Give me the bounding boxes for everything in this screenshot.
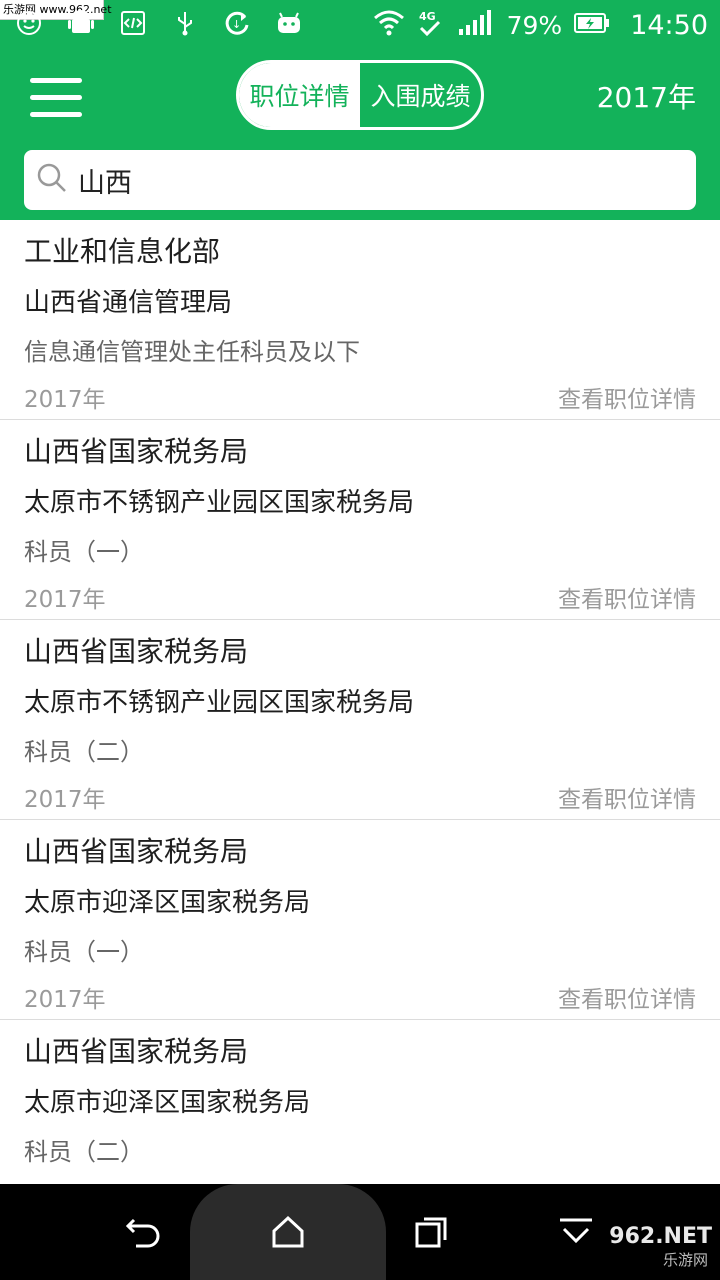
department-name: 山西省国家税务局 — [24, 1035, 249, 1068]
view-details-link[interactable]: 查看职位详情 — [558, 780, 696, 814]
recent-apps-icon[interactable] — [412, 1212, 452, 1252]
wifi-icon — [373, 9, 405, 41]
position-name: 科员（一） — [24, 538, 144, 566]
list-item[interactable]: 山西省国家税务局 太原市不锈钢产业园区国家税务局 科员（一） 2017年 查看职… — [0, 420, 720, 620]
battery-icon — [574, 12, 610, 38]
search-bar — [24, 150, 696, 210]
view-details-link[interactable]: 查看职位详情 — [558, 580, 696, 614]
position-name: 科员（二） — [24, 738, 144, 766]
view-details-link[interactable]: 查看职位详情 — [558, 980, 696, 1014]
usb-icon — [170, 8, 200, 38]
organization-name: 太原市迎泽区国家税务局 — [24, 1088, 311, 1118]
face-icon — [14, 8, 44, 38]
list-item[interactable]: 山西省国家税务局 太原市不锈钢产业园区国家税务局 科员（二） 2017年 查看职… — [0, 620, 720, 820]
position-name: 科员（一） — [24, 938, 144, 966]
list-item[interactable]: 山西省国家税务局 太原市迎泽区国家税务局 科员（一） 2017年 查看职位详情 — [0, 820, 720, 1020]
item-year: 2017年 — [24, 987, 106, 1013]
search-input[interactable] — [78, 164, 678, 196]
svg-text:↓: ↓ — [232, 18, 241, 31]
clock: 14:50 — [630, 9, 708, 41]
organization-name: 太原市不锈钢产业园区国家税务局 — [24, 488, 415, 518]
watermark-top: 962.NET — [609, 1224, 712, 1249]
sync-icon: ↓ — [222, 8, 252, 38]
system-nav-bar: 962.NET 乐游网 — [0, 1184, 720, 1280]
position-name: 科员（二） — [24, 1138, 144, 1166]
site-watermark: 962.NET 乐游网 — [582, 1224, 712, 1274]
item-year: 2017年 — [24, 587, 106, 613]
back-icon[interactable] — [124, 1212, 164, 1252]
android-robot-icon — [66, 8, 96, 38]
year-selector[interactable]: 2017年 — [597, 76, 696, 116]
notification-icons: ↓ — [14, 8, 304, 38]
app-bar: 职位详情 入围成绩 2017年 — [0, 50, 720, 220]
network-type-icon: 4G — [417, 8, 443, 42]
status-bar: 乐游网 www.962.net ↓ 4G 79% 14:50 — [0, 0, 720, 50]
network-type-label: 4G — [419, 10, 436, 23]
tab-position-details[interactable]: 职位详情 — [239, 63, 360, 127]
results-list: 工业和信息化部 山西省通信管理局 信息通信管理处主任科员及以下 2017年 查看… — [0, 220, 720, 1184]
department-name: 山西省国家税务局 — [24, 835, 249, 868]
battery-percent: 79% — [506, 10, 563, 40]
item-year: 2017年 — [24, 787, 106, 813]
item-year: 2017年 — [24, 387, 106, 413]
department-name: 山西省国家税务局 — [24, 435, 249, 468]
view-toggle: 职位详情 入围成绩 — [236, 60, 484, 130]
signal-icon — [455, 9, 495, 41]
code-icon — [118, 8, 148, 38]
department-name: 山西省国家税务局 — [24, 635, 249, 668]
list-item[interactable]: 山西省国家税务局 太原市迎泽区国家税务局 科员（二） — [0, 1020, 720, 1184]
organization-name: 太原市迎泽区国家税务局 — [24, 888, 311, 918]
watermark-bottom: 乐游网 — [662, 1251, 708, 1269]
tab-shortlist-scores[interactable]: 入围成绩 — [360, 63, 481, 127]
view-details-link[interactable]: 查看职位详情 — [558, 380, 696, 414]
search-icon — [36, 162, 68, 198]
home-icon[interactable] — [268, 1212, 308, 1252]
organization-name: 山西省通信管理局 — [24, 288, 233, 318]
list-item[interactable]: 工业和信息化部 山西省通信管理局 信息通信管理处主任科员及以下 2017年 查看… — [0, 220, 720, 420]
position-name: 信息通信管理处主任科员及以下 — [24, 338, 360, 366]
system-status: 4G 79% 14:50 — [373, 0, 708, 50]
menu-icon[interactable] — [30, 78, 82, 118]
android-head-icon — [274, 8, 304, 38]
department-name: 工业和信息化部 — [24, 235, 221, 268]
organization-name: 太原市不锈钢产业园区国家税务局 — [24, 688, 415, 718]
